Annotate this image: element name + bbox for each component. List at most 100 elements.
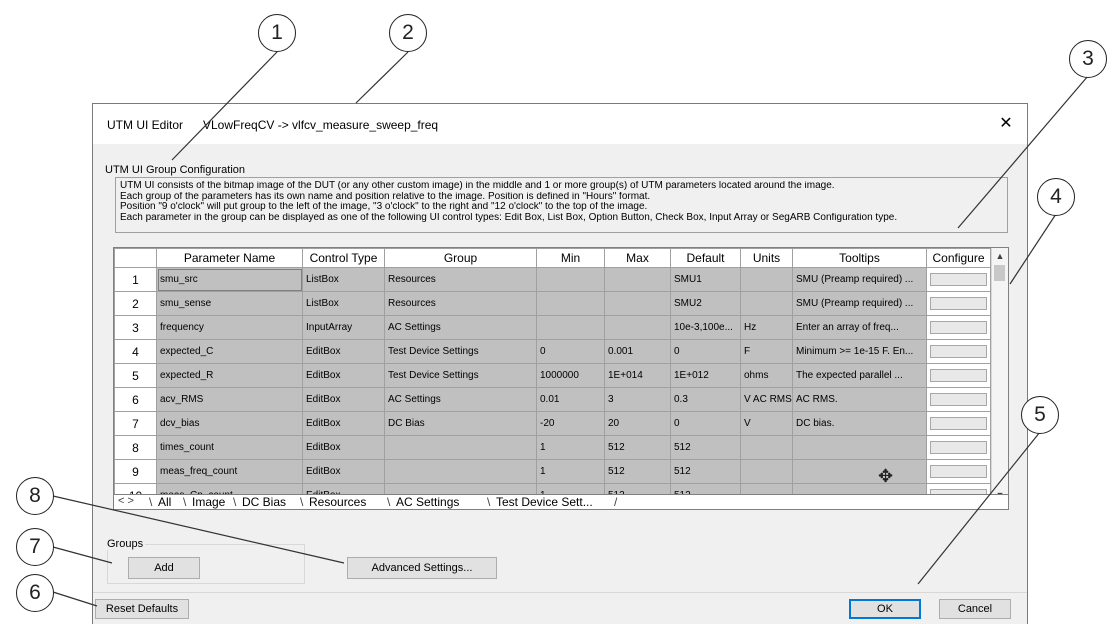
table-cell[interactable]: -20 xyxy=(536,411,605,436)
table-cell[interactable]: Test Device Settings xyxy=(384,339,537,364)
table-row[interactable]: 9 meas_freq_count EditBox 1 512 512 xyxy=(114,459,991,484)
table-cell[interactable]: ohms xyxy=(740,363,793,388)
table-row[interactable]: 3 frequency InputArray AC Settings 10e-3,100… xyxy=(114,315,991,340)
table-cell[interactable]: EditBox xyxy=(302,435,385,460)
table-cell[interactable] xyxy=(604,315,671,340)
table-cell[interactable]: 0 xyxy=(536,339,605,364)
configure-button[interactable] xyxy=(930,417,987,430)
table-cell[interactable]: 1 xyxy=(536,435,605,460)
tab-image[interactable]: Image xyxy=(192,495,225,509)
table-cell[interactable]: EditBox xyxy=(302,459,385,484)
table-cell[interactable] xyxy=(740,291,793,316)
table-cell[interactable]: The expected parallel ... xyxy=(792,363,927,388)
table-cell[interactable] xyxy=(740,435,793,460)
column-header[interactable]: Tooltips xyxy=(792,248,927,268)
column-header[interactable]: Min xyxy=(536,248,605,268)
table-cell[interactable]: DC bias. xyxy=(792,411,927,436)
table-row[interactable]: 1 smu_src ListBox Resources SMU1 SMU (Preamp … xyxy=(114,267,991,292)
title-bar[interactable]: UTM UI Editor VLowFreqCV -> vlfcv_measur… xyxy=(93,104,1027,144)
table-cell[interactable]: ListBox xyxy=(302,291,385,316)
table-row[interactable]: 6 acv_RMS EditBox AC Settings 0.01 3 0.3 V AC R… xyxy=(114,387,991,412)
table-cell[interactable]: EditBox xyxy=(302,363,385,388)
table-cell[interactable]: 1E+012 xyxy=(670,363,741,388)
table-cell[interactable]: Test Device Settings xyxy=(384,363,537,388)
table-cell[interactable]: 512 xyxy=(604,435,671,460)
table-cell[interactable]: smu_src xyxy=(156,267,303,292)
table-cell[interactable]: SMU (Preamp required) ... xyxy=(792,291,927,316)
table-cell[interactable] xyxy=(740,267,793,292)
table-cell[interactable] xyxy=(604,291,671,316)
table-cell[interactable] xyxy=(536,291,605,316)
column-header[interactable]: Units xyxy=(740,248,793,268)
table-cell[interactable]: AC Settings xyxy=(384,387,537,412)
table-cell[interactable]: SMU (Preamp required) ... xyxy=(792,267,927,292)
scroll-up-icon[interactable]: ▲ xyxy=(992,248,1008,264)
table-cell[interactable]: 0 xyxy=(670,339,741,364)
configure-button[interactable] xyxy=(930,465,987,478)
table-cell[interactable]: 0.001 xyxy=(604,339,671,364)
table-cell[interactable]: Resources xyxy=(384,291,537,316)
table-cell[interactable]: V xyxy=(740,411,793,436)
table-row[interactable]: 2 smu_sense ListBox Resources SMU2 SMU (Pream… xyxy=(114,291,991,316)
table-cell[interactable]: 1000000 xyxy=(536,363,605,388)
table-cell[interactable]: V AC RMS xyxy=(740,387,793,412)
column-header[interactable]: Default xyxy=(670,248,741,268)
table-row[interactable]: 4 expected_C EditBox Test Device Settings 0 0… xyxy=(114,339,991,364)
table-cell[interactable]: times_count xyxy=(156,435,303,460)
table-cell[interactable]: 0 xyxy=(670,411,741,436)
table-cell[interactable]: expected_C xyxy=(156,339,303,364)
table-cell[interactable] xyxy=(384,459,537,484)
table-cell[interactable]: AC Settings xyxy=(384,315,537,340)
table-cell[interactable]: smu_sense xyxy=(156,291,303,316)
advanced-settings-button[interactable]: Advanced Settings... xyxy=(347,557,497,579)
table-cell[interactable]: SMU2 xyxy=(670,291,741,316)
table-cell[interactable]: acv_RMS xyxy=(156,387,303,412)
table-cell[interactable]: Hz xyxy=(740,315,793,340)
table-cell[interactable]: 0.3 xyxy=(670,387,741,412)
table-cell[interactable]: InputArray xyxy=(302,315,385,340)
table-row[interactable]: 7 dcv_bias EditBox DC Bias -20 20 0 V DC bias. xyxy=(114,411,991,436)
table-cell[interactable]: 10e-3,100e... xyxy=(670,315,741,340)
table-cell[interactable] xyxy=(604,267,671,292)
table-cell[interactable]: 512 xyxy=(604,459,671,484)
add-group-button[interactable]: Add xyxy=(128,557,200,579)
grid-vertical-scrollbar[interactable]: ▲ ▼ xyxy=(991,248,1008,503)
ok-button[interactable]: OK xyxy=(849,599,921,619)
table-cell[interactable]: Minimum >= 1e-15 F. En... xyxy=(792,339,927,364)
table-cell[interactable]: expected_R xyxy=(156,363,303,388)
table-cell[interactable]: ListBox xyxy=(302,267,385,292)
configure-button[interactable] xyxy=(930,369,987,382)
table-cell[interactable]: DC Bias xyxy=(384,411,537,436)
reset-defaults-button[interactable]: Reset Defaults xyxy=(95,599,189,619)
table-cell[interactable] xyxy=(792,435,927,460)
configure-button[interactable] xyxy=(930,273,987,286)
column-header[interactable]: Control Type xyxy=(302,248,385,268)
scroll-thumb[interactable] xyxy=(994,265,1005,281)
table-cell[interactable]: AC RMS. xyxy=(792,387,927,412)
table-cell[interactable]: frequency xyxy=(156,315,303,340)
table-cell[interactable]: 512 xyxy=(670,459,741,484)
tab-all[interactable]: All xyxy=(158,495,172,509)
table-cell[interactable]: F xyxy=(740,339,793,364)
configure-button[interactable] xyxy=(930,441,987,454)
configure-button[interactable] xyxy=(930,297,987,310)
table-cell[interactable]: EditBox xyxy=(302,411,385,436)
row-number-header[interactable] xyxy=(114,248,157,268)
table-cell[interactable]: 1E+014 xyxy=(604,363,671,388)
table-cell[interactable]: SMU1 xyxy=(670,267,741,292)
close-icon[interactable]: ✕ xyxy=(995,113,1017,135)
column-header[interactable]: Configure xyxy=(926,248,991,268)
tab-dc-bias[interactable]: DC Bias xyxy=(242,495,286,509)
column-header[interactable]: Group xyxy=(384,248,537,268)
column-header[interactable]: Max xyxy=(604,248,671,268)
table-cell[interactable]: dcv_bias xyxy=(156,411,303,436)
table-cell[interactable]: meas_freq_count xyxy=(156,459,303,484)
table-cell[interactable]: Resources xyxy=(384,267,537,292)
table-cell[interactable]: EditBox xyxy=(302,387,385,412)
table-cell[interactable]: EditBox xyxy=(302,339,385,364)
configure-button[interactable] xyxy=(930,393,987,406)
table-cell[interactable]: 20 xyxy=(604,411,671,436)
configure-button[interactable] xyxy=(930,321,987,334)
table-cell[interactable]: 3 xyxy=(604,387,671,412)
table-row[interactable]: 8 times_count EditBox 1 512 512 xyxy=(114,435,991,460)
